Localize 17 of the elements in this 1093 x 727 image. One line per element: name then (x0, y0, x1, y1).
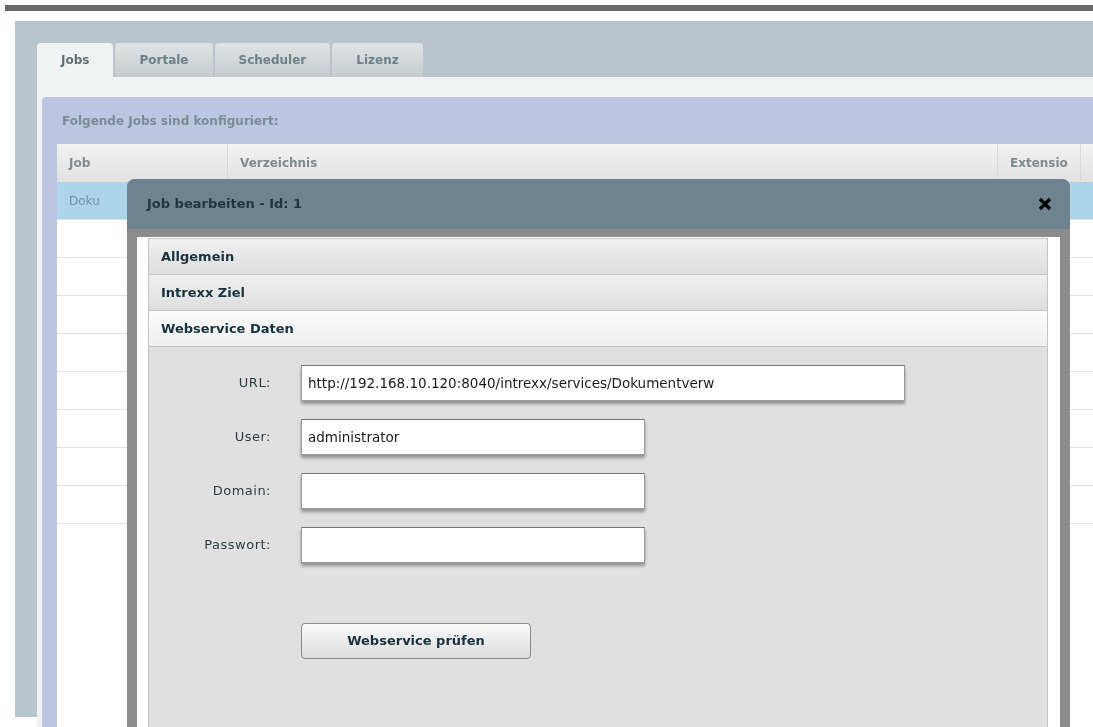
field-label: Passwort: (203, 536, 271, 555)
input-field[interactable] (301, 473, 645, 509)
tab[interactable]: Jobs (37, 43, 114, 77)
panel-title: Folgende Jobs sind konfiguriert: (61, 113, 280, 130)
input-field[interactable]: http://192.168.10.120:8040/intrexx/services/Dokumentverw (301, 365, 905, 401)
field-label: User: (233, 428, 271, 447)
input-field[interactable] (301, 527, 645, 563)
dialog-title: Job bearbeiten - Id: 1 (147, 195, 303, 214)
accordion-header[interactable]: Allgemein (149, 239, 1047, 275)
table-cell-text: Doku (69, 192, 100, 210)
input-field[interactable]: administrator (301, 419, 645, 455)
field-label: URL: (237, 374, 271, 393)
check-button[interactable]: Webservice prüfen (301, 623, 531, 659)
close-icon[interactable] (1038, 197, 1052, 211)
field-label: Domain: (211, 482, 271, 501)
accordion-header[interactable]: Webservice Daten (149, 311, 1047, 347)
accordion-header[interactable]: Intrexx Ziel (149, 275, 1047, 311)
